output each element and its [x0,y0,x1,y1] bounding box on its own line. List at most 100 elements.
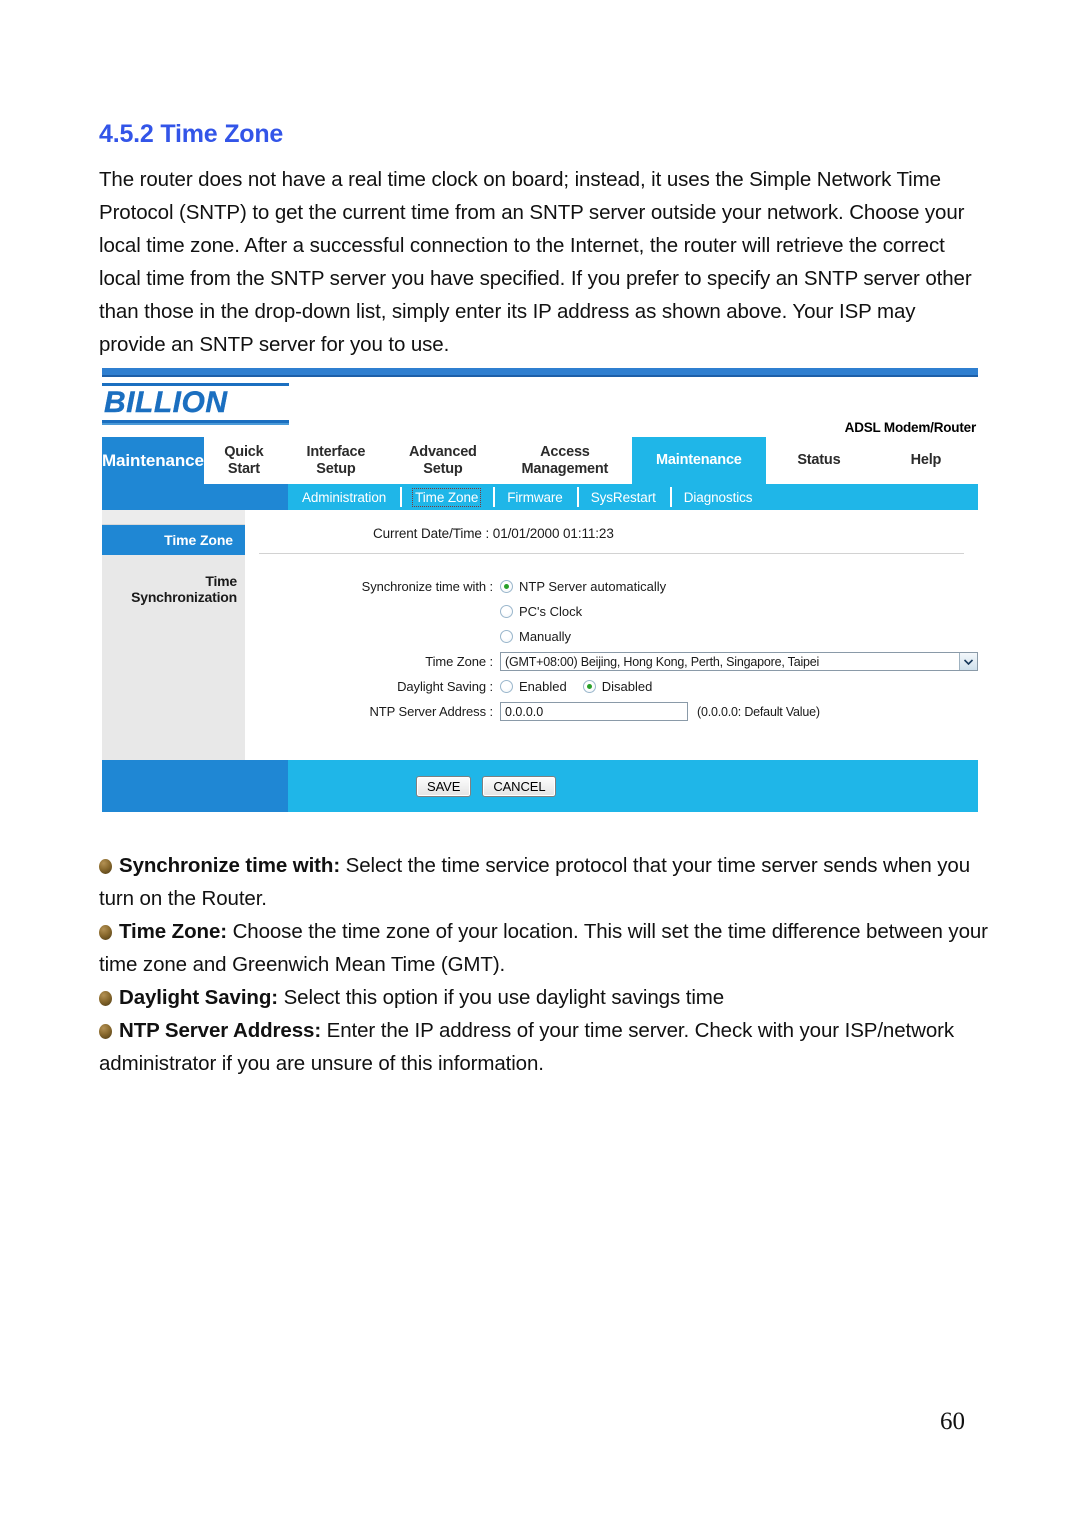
sync-option-manually[interactable]: Manually [500,629,587,644]
tab-interface-setup[interactable]: Interface Setup [284,437,388,484]
time-synchronization-form: Synchronize time with : NTP Server autom… [245,554,978,744]
logo-wordmark: BILLION [104,386,228,419]
tab-access-management-line2: Management [521,460,609,477]
sidebar-item-time-zone[interactable]: Time Zone [102,525,245,555]
subtab-time-zone[interactable]: Time Zone [400,484,493,510]
ntp-server-address-value: 0.0.0.0 [505,704,544,719]
row-sync-option-3: Manually [245,626,978,647]
timezone-select-value: (GMT+08:00) Beijing, Hong Kong, Perth, S… [505,654,820,669]
bullet-daylight-saving-term: Daylight Saving: [119,986,279,1009]
radio-daylight-disabled-icon[interactable] [582,680,596,693]
chevron-down-icon[interactable] [959,653,977,670]
tab-interface-setup-line1: Interface [306,443,366,460]
timezone-select[interactable]: (GMT+08:00) Beijing, Hong Kong, Perth, S… [500,652,978,671]
bullet-icon [99,1024,112,1039]
radio-ntp-server-icon[interactable] [500,580,513,593]
ui-main-nav: Maintenance Quick Start Interface Setup … [102,437,980,484]
bullet-time-zone-term: Time Zone: [119,920,227,943]
tab-quick-start-line1: Quick [224,443,264,460]
row-daylight-saving: Daylight Saving : Enabled Disabled [245,676,978,697]
logo-rule-bottom-thin [102,423,289,425]
bullet-ntp-server-address-term: NTP Server Address: [119,1019,322,1042]
ui-footer: SAVE CANCEL [102,760,978,812]
bullet-time-zone: Time Zone: Choose the time zone of your … [99,915,989,981]
nav-section-title: Maintenance [102,437,204,484]
radio-manually-label: Manually [519,629,572,644]
row-sync-option-2: PC's Clock [245,601,978,622]
tab-access-management[interactable]: Access Management [498,437,632,484]
tab-maintenance[interactable]: Maintenance [631,437,766,484]
ntp-server-address-label: NTP Server Address : [369,704,494,719]
bullet-icon [99,925,112,940]
tab-access-management-line1: Access [540,443,590,460]
router-web-ui-screenshot: BILLION ADSL Modem/Router Maintenance Qu… [102,368,980,812]
tab-help-label: Help [910,452,942,468]
subtab-time-zone-label: Time Zone [412,487,482,507]
bullet-icon [99,859,112,874]
subtab-administration[interactable]: Administration [288,484,400,510]
subtab-administration-label: Administration [302,489,387,505]
bullet-daylight-saving-text: Select this option if you use daylight s… [278,986,725,1009]
bullet-time-zone-text: Choose the time zone of your location. T… [99,920,988,976]
radio-daylight-enabled-label: Enabled [519,679,567,694]
ntp-server-address-hint: (0.0.0.0: Default Value) [697,704,820,719]
sync-option-pc-clock[interactable]: PC's Clock [500,604,598,619]
field-descriptions: Synchronize time with: Select the time s… [99,849,989,1080]
daylight-saving-label: Daylight Saving : [397,679,493,694]
sub-nav-spacer [102,484,288,510]
row-timezone: Time Zone : (GMT+08:00) Beijing, Hong Ko… [245,651,978,672]
radio-pc-clock-label: PC's Clock [519,604,583,619]
subtab-diagnostics[interactable]: Diagnostics [669,484,767,510]
bullet-daylight-saving: Daylight Saving: Select this option if y… [99,981,989,1014]
document-body: 4.5.2 Time Zone The router does not have… [99,120,985,361]
subtab-sysrestart[interactable]: SysRestart [576,484,670,510]
page-title: 4.5.2 Time Zone [99,120,284,148]
tab-status[interactable]: Status [766,437,872,484]
ui-sub-nav: Administration Time Zone Firmware SysRes… [102,484,978,510]
subtab-firmware-label: Firmware [507,489,563,505]
sync-time-with-label: Synchronize time with : [361,579,493,594]
cancel-button[interactable]: CANCEL [482,775,557,797]
tab-maintenance-label: Maintenance [656,452,742,468]
intro-paragraph: The router does not have a real time clo… [99,168,972,356]
sub-tab-list: Administration Time Zone Firmware SysRes… [288,484,978,510]
tab-status-label: Status [797,452,841,468]
radio-manually-icon[interactable] [500,630,513,643]
sidebar-section-time-synchronization: Time Synchronization [131,573,237,605]
tab-help[interactable]: Help [872,437,980,484]
ntp-server-address-input[interactable]: 0.0.0.0 [500,702,688,721]
ui-logo-band: BILLION ADSL Modem/Router [102,377,978,437]
footer-action-bar: SAVE CANCEL [288,760,978,812]
ui-main-panel: Current Date/Time : 01/01/2000 01:11:23 … [245,510,978,760]
product-label: ADSL Modem/Router [844,420,977,435]
save-button[interactable]: SAVE [416,775,472,797]
footer-left-panel [102,760,288,812]
ui-top-accent-bar [102,368,978,377]
row-sync-option-1: Synchronize time with : NTP Server autom… [245,576,978,597]
subtab-sysrestart-label: SysRestart [590,489,656,505]
timezone-label: Time Zone : [425,654,493,669]
bullet-sync-time-with-term: Synchronize time with: [119,854,341,877]
tab-quick-start[interactable]: Quick Start [204,437,284,484]
subtab-firmware[interactable]: Firmware [493,484,576,510]
radio-pc-clock-icon[interactable] [500,605,513,618]
current-datetime: Current Date/Time : 01/01/2000 01:11:23 [373,526,614,541]
tab-quick-start-line2: Start [227,460,260,477]
billion-logo: BILLION [102,383,289,425]
nav-tab-list: Quick Start Interface Setup Advanced Set… [203,437,980,484]
ui-sidebar: Time Zone Time Synchronization [102,510,245,760]
sidebar-top-strip [102,510,245,525]
subtab-diagnostics-label: Diagnostics [683,489,753,505]
sidebar-item-time-zone-label: Time Zone [164,532,233,548]
tab-interface-setup-line2: Setup [316,460,356,477]
row-ntp-server-address: NTP Server Address : 0.0.0.0 (0.0.0.0: D… [245,701,978,722]
bullet-icon [99,991,112,1006]
radio-daylight-enabled-icon[interactable] [500,680,513,693]
radio-daylight-disabled-label: Disabled [601,679,653,694]
radio-ntp-server-label: NTP Server automatically [519,579,667,594]
page-number: 60 [940,1408,965,1435]
bullet-sync-time-with: Synchronize time with: Select the time s… [99,849,989,915]
tab-advanced-setup[interactable]: Advanced Setup [388,437,498,484]
tab-advanced-setup-line1: Advanced [409,443,477,460]
sync-option-ntp[interactable]: NTP Server automatically [500,579,682,594]
